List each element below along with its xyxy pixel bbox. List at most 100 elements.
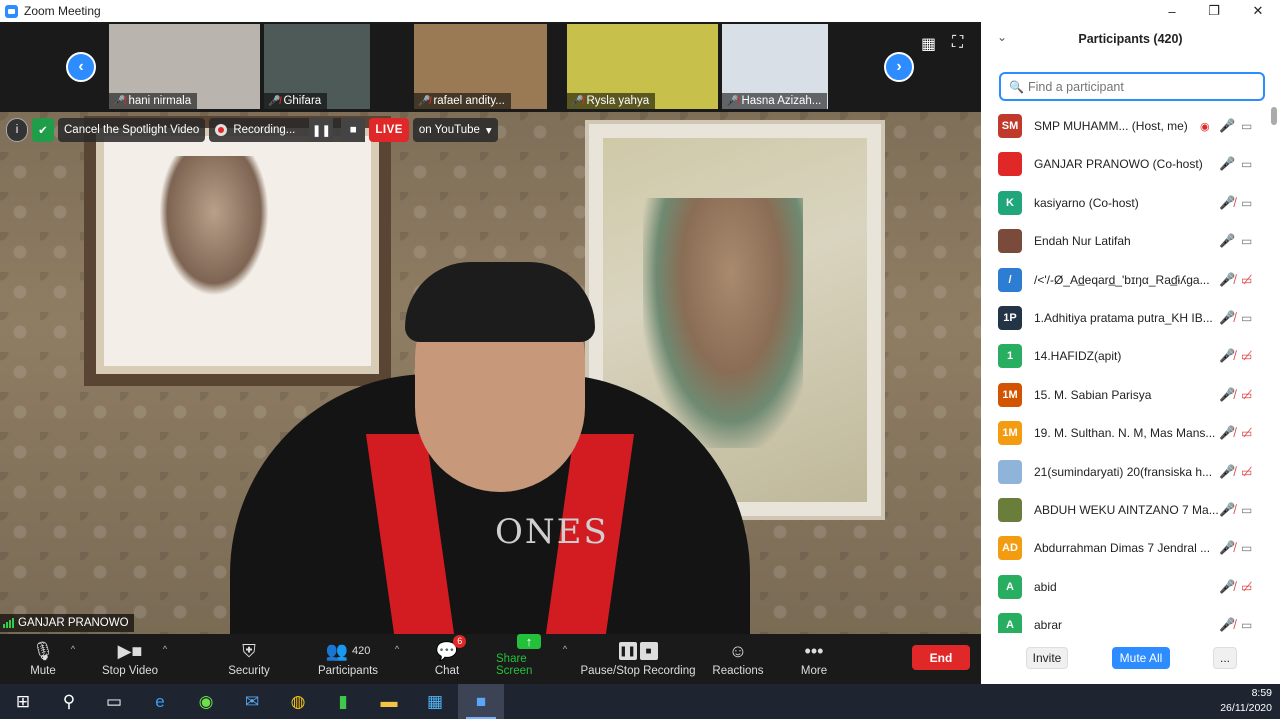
- microphone-icon: 🎙: [31, 640, 55, 661]
- chevron-up-icon[interactable]: ^: [163, 644, 167, 654]
- participant-name: abid: [1034, 579, 1057, 594]
- video-camera-icon[interactable]: ▭: [1241, 119, 1252, 133]
- video-tile[interactable]: 🎤̸ Rysla yahya: [567, 24, 718, 109]
- participant-avatar: [998, 459, 1022, 484]
- stop-recording-icon[interactable]: ■: [341, 118, 366, 142]
- participant-row[interactable]: GANJAR PRANOWO (Co-host) 🎤 ▭: [981, 145, 1273, 183]
- mic-muted-icon[interactable]: 🎤̸: [1219, 502, 1235, 518]
- microphone-icon[interactable]: 🎤: [1219, 118, 1235, 134]
- video-tile[interactable]: 🎤̸ hani nirmala: [109, 24, 260, 109]
- share-screen-button[interactable]: ↑ Share Screen: [496, 634, 562, 684]
- next-page-button[interactable]: ›: [884, 52, 914, 82]
- mic-muted-icon[interactable]: 🎤̸: [1219, 617, 1235, 633]
- chevron-up-icon[interactable]: ^: [395, 644, 399, 654]
- mic-muted-icon[interactable]: 🎤̸: [1219, 387, 1235, 403]
- participant-search-box[interactable]: 🔍: [999, 72, 1265, 101]
- more-button[interactable]: ••• More: [798, 634, 830, 684]
- mute-button[interactable]: 🎙 Mute: [28, 634, 58, 684]
- video-off-icon[interactable]: ▭̸: [1241, 465, 1252, 479]
- microphone-icon[interactable]: 🎤: [1219, 233, 1235, 249]
- stop-video-button[interactable]: ▶■ Stop Video: [100, 634, 160, 684]
- participant-row[interactable]: Kkasiyarno (Co-host) 🎤̸ ▭: [981, 184, 1273, 222]
- participant-search-input[interactable]: [1027, 79, 1258, 94]
- video-camera-icon[interactable]: ▭: [1241, 618, 1252, 632]
- video-tile[interactable]: 🎤̸ Hasna Azizah...: [722, 24, 828, 109]
- chevron-up-icon[interactable]: ^: [563, 644, 567, 654]
- participant-row[interactable]: SM SMP MUHAMM... (Host, me) ◉ 🎤 ▭: [981, 107, 1273, 145]
- file-explorer-icon[interactable]: ▬: [366, 684, 412, 719]
- mic-muted-icon[interactable]: 🎤̸: [1219, 579, 1235, 595]
- mic-muted-icon[interactable]: 🎤̸: [1219, 272, 1235, 288]
- task-view-icon[interactable]: ▭: [91, 684, 137, 719]
- participant-row[interactable]: 1P 1.Adhitiya pratama putra_KH IB... 🎤̸ ▭: [981, 299, 1273, 337]
- chevron-up-icon[interactable]: ^: [71, 644, 75, 654]
- participant-row[interactable]: Aabid 🎤̸ ▭̸: [981, 568, 1273, 606]
- windows-taskbar: ⊞ ⚲ ▭ e ◉ ✉ ◍ ▮ ▬ ▦ ■ 8:59 26/11/2020: [0, 684, 1280, 719]
- invite-button[interactable]: Invite: [1026, 647, 1068, 669]
- end-meeting-button[interactable]: End: [912, 645, 970, 670]
- mic-muted-icon: 🎤̸: [113, 95, 126, 107]
- fullscreen-icon[interactable]: ⛶: [952, 34, 963, 52]
- more-options-button[interactable]: ...: [1213, 647, 1237, 669]
- security-shield-icon[interactable]: ✔: [32, 118, 54, 142]
- video-off-icon[interactable]: ▭̸: [1241, 273, 1252, 287]
- video-camera-icon[interactable]: ▭: [1241, 541, 1252, 555]
- participant-avatar: [998, 498, 1022, 522]
- video-off-icon[interactable]: ▭̸: [1241, 580, 1252, 594]
- mail-icon[interactable]: ✉: [229, 684, 275, 719]
- participant-row[interactable]: 21(sumindaryati) 20(fransiska h... 🎤̸ ▭̸: [981, 453, 1273, 491]
- mute-all-button[interactable]: Mute All: [1112, 647, 1170, 669]
- participant-name: Abdurrahman Dimas 7 Jendral ...: [1034, 541, 1211, 556]
- video-camera-icon[interactable]: ▭: [1241, 503, 1252, 517]
- info-icon[interactable]: i: [6, 118, 28, 142]
- close-window-button[interactable]: ✕: [1238, 0, 1278, 22]
- start-button-windows-icon[interactable]: ⊞: [0, 684, 46, 719]
- video-camera-icon[interactable]: ▭: [1241, 196, 1252, 210]
- restore-button[interactable]: ❐: [1194, 0, 1234, 22]
- participant-name: abrar: [1034, 618, 1063, 633]
- video-camera-icon[interactable]: ▭: [1241, 311, 1252, 325]
- reactions-button[interactable]: ☺ Reactions: [712, 634, 764, 684]
- participant-row[interactable]: 1M 15. M. Sabian Parisya 🎤̸ ▭̸: [981, 376, 1273, 414]
- chat-button[interactable]: 💬 6 Chat: [430, 634, 467, 684]
- minimize-button[interactable]: –: [1152, 0, 1192, 22]
- security-button[interactable]: ⛨ Security: [226, 634, 272, 684]
- mic-muted-icon[interactable]: 🎤̸: [1219, 540, 1235, 556]
- video-tile[interactable]: 🎤̸ rafael andity...: [414, 24, 547, 109]
- video-off-icon[interactable]: ▭̸: [1241, 349, 1252, 363]
- app-circle-icon[interactable]: ◉: [183, 684, 229, 719]
- participant-row[interactable]: 1M 19. M. Sulthan. N. M, Mas Mans... 🎤̸ ▭̸: [981, 414, 1273, 452]
- gallery-view-icon[interactable]: ▦: [921, 34, 936, 54]
- zoom-taskbar-icon[interactable]: ■: [458, 684, 504, 719]
- green-app-icon[interactable]: ▮: [320, 684, 366, 719]
- participant-row[interactable]: Endah Nur Latifah 🎤 ▭: [981, 222, 1273, 260]
- edge-browser-icon[interactable]: e: [137, 684, 183, 719]
- cancel-spotlight-button[interactable]: Cancel the Spotlight Video: [58, 118, 206, 142]
- store-icon[interactable]: ▦: [412, 684, 458, 719]
- microphone-icon[interactable]: 🎤: [1219, 156, 1235, 172]
- mic-muted-icon[interactable]: 🎤̸: [1219, 464, 1235, 480]
- pause-recording-icon[interactable]: ❚❚: [309, 118, 334, 142]
- participant-row[interactable]: / /<'/-Ø_Ad̲eqard̲_'bɪŋα_Raɗ̲ɨʎɡa... 🎤̸ ▭̸: [981, 261, 1273, 299]
- youtube-stream-menu[interactable]: on YouTube ▾: [412, 118, 498, 142]
- video-tile[interactable]: 🎤̸ Ghifara: [264, 24, 370, 109]
- pause-stop-recording-button[interactable]: ❚❚ ■ Pause/Stop Recording: [580, 634, 696, 684]
- mic-muted-icon[interactable]: 🎤̸: [1219, 348, 1235, 364]
- video-off-icon[interactable]: ▭̸: [1241, 426, 1252, 440]
- video-camera-icon[interactable]: ▭: [1241, 157, 1252, 171]
- mic-muted-icon[interactable]: 🎤̸: [1219, 195, 1235, 211]
- participant-row[interactable]: ABDUH WEKU AINTZANO 7 Ma... 🎤̸ ▭: [981, 491, 1273, 529]
- participant-list-scrollbar[interactable]: [1271, 107, 1277, 125]
- participant-avatar: [998, 229, 1022, 254]
- mic-muted-icon[interactable]: 🎤̸: [1219, 310, 1235, 326]
- video-camera-icon[interactable]: ▭: [1241, 234, 1252, 248]
- mic-muted-icon[interactable]: 🎤̸: [1219, 425, 1235, 441]
- participants-button[interactable]: 👥 420 Participants: [316, 634, 380, 684]
- participant-row[interactable]: Aabrar 🎤̸ ▭: [981, 606, 1273, 633]
- prev-page-button[interactable]: ‹: [66, 52, 96, 82]
- search-taskbar-icon[interactable]: ⚲: [46, 684, 92, 719]
- participant-row[interactable]: AD Abdurrahman Dimas 7 Jendral ... 🎤̸ ▭: [981, 529, 1273, 567]
- video-off-icon[interactable]: ▭̸: [1241, 388, 1252, 402]
- chrome-icon[interactable]: ◍: [275, 684, 321, 719]
- participant-row[interactable]: 1 14.HAFIDZ(apit) 🎤̸ ▭̸: [981, 337, 1273, 375]
